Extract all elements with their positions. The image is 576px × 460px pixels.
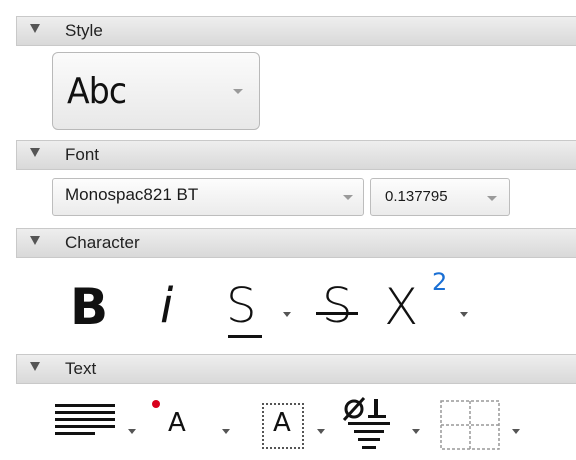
line-spacing-dropdown-icon[interactable]: [412, 429, 420, 434]
font-color-dot-icon: [152, 400, 160, 408]
section-header-character[interactable]: Character: [16, 228, 576, 258]
collapse-triangle-icon[interactable]: [30, 362, 40, 371]
strikethrough-line: [316, 312, 358, 315]
section-title-font: Font: [65, 145, 100, 164]
font-color-button[interactable]: A: [168, 410, 186, 436]
highlight-dropdown-icon[interactable]: [317, 429, 325, 434]
collapse-triangle-icon[interactable]: [30, 236, 40, 245]
chevron-down-icon[interactable]: [487, 196, 497, 201]
section-header-text[interactable]: Text: [16, 354, 576, 384]
section-header-font[interactable]: Font: [16, 140, 576, 170]
bold-button[interactable]: B: [70, 282, 108, 332]
underline-button[interactable]: S: [226, 282, 256, 330]
underline-bar: [228, 335, 262, 338]
font-family-value: Monospac821 BT: [65, 185, 199, 204]
section-title-character: Character: [65, 233, 140, 252]
font-family-combo[interactable]: Monospac821 BT: [52, 178, 364, 216]
superscript-dropdown-icon[interactable]: [460, 312, 468, 317]
chevron-down-icon[interactable]: [233, 89, 243, 94]
borders-dropdown-icon[interactable]: [512, 429, 520, 434]
italic-button[interactable]: i: [160, 282, 173, 330]
superscript-button[interactable]: X: [384, 282, 418, 332]
collapse-triangle-icon[interactable]: [30, 148, 40, 157]
chevron-down-icon[interactable]: [343, 195, 353, 200]
font-size-combo[interactable]: 0.137795: [370, 178, 510, 216]
style-combo[interactable]: Abc: [52, 52, 260, 130]
style-combo-value: Abc: [67, 71, 127, 112]
underline-dropdown-icon[interactable]: [283, 312, 291, 317]
align-dropdown-icon[interactable]: [128, 429, 136, 434]
font-color-dropdown-icon[interactable]: [222, 429, 230, 434]
line-spacing-icon[interactable]: [340, 395, 410, 455]
collapse-triangle-icon[interactable]: [30, 24, 40, 33]
section-title-text: Text: [65, 359, 97, 378]
borders-grid-icon[interactable]: [440, 400, 502, 452]
align-left-icon[interactable]: [55, 404, 125, 438]
font-size-value: 0.137795: [385, 188, 448, 205]
superscript-exponent: 2: [432, 268, 448, 296]
highlight-button[interactable]: A: [273, 410, 291, 436]
section-title-style: Style: [65, 21, 103, 40]
section-header-style[interactable]: Style: [16, 16, 576, 46]
strikethrough-button[interactable]: S: [322, 282, 352, 330]
